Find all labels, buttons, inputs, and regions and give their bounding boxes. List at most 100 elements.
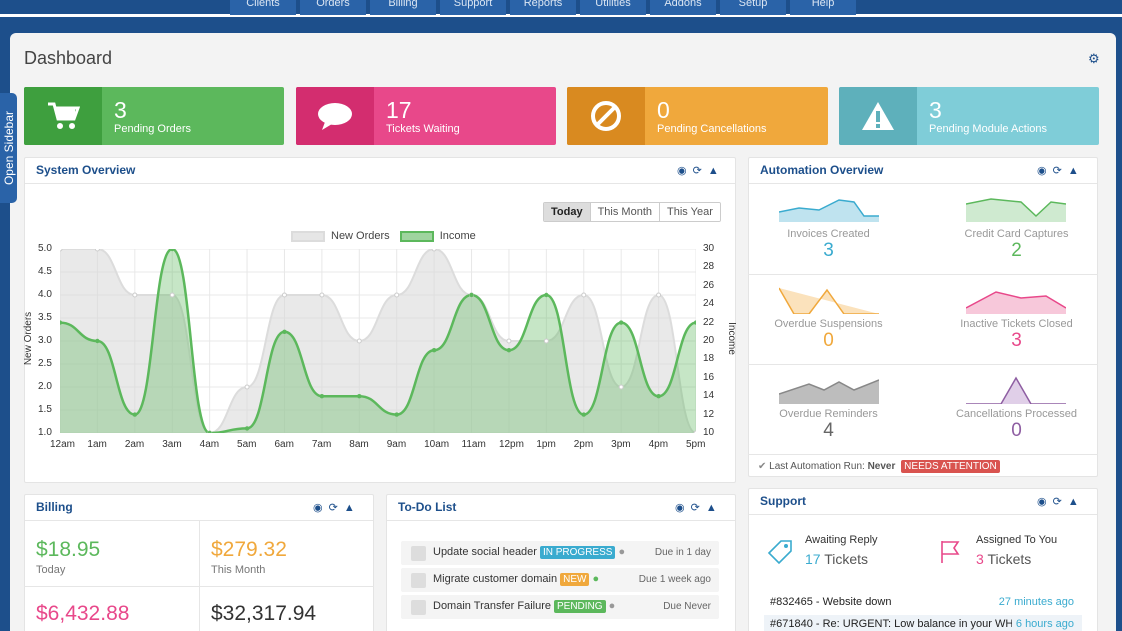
eye-slash-icon[interactable]: ◉ xyxy=(313,502,329,514)
eye-slash-icon[interactable]: ◉ xyxy=(1037,165,1053,177)
stat-label: Tickets Waiting xyxy=(386,123,460,135)
nav-addons[interactable]: Addons xyxy=(650,0,716,15)
warning-icon xyxy=(839,87,917,145)
new-orders-point xyxy=(507,339,511,343)
refresh-icon[interactable]: ⟳ xyxy=(693,165,708,177)
last-run-label: Last Automation Run: xyxy=(769,461,865,472)
y-tick-label: 1.5 xyxy=(38,404,52,415)
x-tick-label: 4pm xyxy=(649,439,668,450)
refresh-icon[interactable]: ⟳ xyxy=(329,502,344,514)
user-icon: ● xyxy=(593,573,600,585)
eye-slash-icon[interactable]: ◉ xyxy=(1037,496,1053,508)
chevron-up-icon[interactable]: ▲ xyxy=(708,165,725,177)
x-tick-label: 10am xyxy=(424,439,449,450)
income-point xyxy=(507,348,511,352)
stat-label: Pending Orders xyxy=(114,123,191,135)
box-tools: ◉⟳▲ xyxy=(313,501,361,514)
automation-value: 3 xyxy=(741,240,916,262)
needs-attention-badge: NEEDS ATTENTION xyxy=(901,460,1000,473)
legend-income: Income xyxy=(440,230,476,242)
system-overview-chart xyxy=(60,249,696,433)
eye-slash-icon[interactable]: ◉ xyxy=(677,165,693,177)
new-orders-point xyxy=(170,293,174,297)
todo-item[interactable]: Domain Transfer FailurePENDING ● Due Nev… xyxy=(401,595,719,619)
y-tick-label: 2.0 xyxy=(38,381,52,392)
tickets-word: Tickets xyxy=(987,551,1031,567)
nav-setup[interactable]: Setup xyxy=(720,0,786,15)
open-sidebar-tab[interactable]: Open Sidebar xyxy=(0,93,17,203)
x-tick-label: 4am xyxy=(200,439,219,450)
awaiting-reply-count[interactable]: 17 Tickets xyxy=(805,551,868,567)
eye-slash-icon[interactable]: ◉ xyxy=(675,502,691,514)
stat-value: 0 xyxy=(657,97,670,124)
ticket-row[interactable]: #832465 - Website down27 minutes ago xyxy=(764,593,1082,613)
automation-value: 0 xyxy=(741,330,916,352)
nav-utilities[interactable]: Utilities xyxy=(580,0,646,15)
y-tick-label: 1.0 xyxy=(38,427,52,438)
stat-label: Pending Cancellations xyxy=(657,123,766,135)
refresh-icon[interactable]: ⟳ xyxy=(1053,165,1068,177)
toggle-today[interactable]: Today xyxy=(544,203,590,221)
refresh-icon[interactable]: ⟳ xyxy=(691,502,706,514)
assigned-count[interactable]: 3 Tickets xyxy=(976,551,1031,567)
stat-pending-cancellations[interactable]: 0 Pending Cancellations xyxy=(567,87,828,145)
income-point xyxy=(544,293,548,297)
x-tick-label: 2am xyxy=(125,439,144,450)
chevron-up-icon[interactable]: ▲ xyxy=(1068,496,1085,508)
stat-tickets-waiting[interactable]: 17 Tickets Waiting xyxy=(296,87,556,145)
awaiting-reply-label[interactable]: Awaiting Reply xyxy=(805,534,878,546)
toggle-this-month[interactable]: This Month xyxy=(590,203,659,221)
divider xyxy=(748,454,1098,455)
sparkline-invoices xyxy=(779,194,879,222)
cart-icon xyxy=(24,87,102,145)
todo-checkbox[interactable] xyxy=(411,546,426,561)
stat-value: 3 xyxy=(114,97,127,124)
chevron-up-icon[interactable]: ▲ xyxy=(706,502,723,514)
ticket-row[interactable]: #671840 - Re: URGENT: Low balance in you… xyxy=(764,615,1082,631)
stat-pending-orders[interactable]: 3 Pending Orders xyxy=(24,87,284,145)
new-orders-point xyxy=(282,293,286,297)
automation-value: 4 xyxy=(741,420,916,442)
automation-reminders: Overdue Reminders4 xyxy=(741,408,916,442)
automation-value: 0 xyxy=(929,420,1104,442)
income-point xyxy=(395,412,399,416)
chevron-up-icon[interactable]: ▲ xyxy=(1068,165,1085,177)
y2-tick-label: 10 xyxy=(703,427,714,438)
y2-tick-label: 20 xyxy=(703,335,714,346)
assigned-to-you-label[interactable]: Assigned To You xyxy=(976,534,1057,546)
gear-icon[interactable]: ⚙ xyxy=(1088,51,1100,67)
todo-due: Due Never xyxy=(663,601,711,612)
nav-support[interactable]: Support xyxy=(440,0,506,15)
stat-pending-module-actions[interactable]: 3 Pending Module Actions xyxy=(839,87,1099,145)
x-tick-label: 3am xyxy=(162,439,181,450)
refresh-icon[interactable]: ⟳ xyxy=(1053,496,1068,508)
y2-tick-label: 12 xyxy=(703,409,714,420)
x-tick-label: 3pm xyxy=(611,439,630,450)
nav-help[interactable]: Help xyxy=(790,0,856,15)
top-nav-bar: Clients Orders Billing Support Reports U… xyxy=(0,0,1122,17)
nav-billing[interactable]: Billing xyxy=(370,0,436,15)
income-point xyxy=(245,426,249,430)
toggle-this-year[interactable]: This Year xyxy=(659,203,720,221)
nav-orders[interactable]: Orders xyxy=(300,0,366,15)
ticket-subject: #832465 - Website down xyxy=(770,596,892,608)
flag-icon xyxy=(940,539,962,565)
nav-clients[interactable]: Clients xyxy=(230,0,296,15)
ticket-time: 6 hours ago xyxy=(1012,618,1074,630)
chevron-up-icon[interactable]: ▲ xyxy=(344,502,361,514)
todo-checkbox[interactable] xyxy=(411,573,426,588)
income-point xyxy=(357,394,361,398)
y2-tick-label: 24 xyxy=(703,298,714,309)
todo-checkbox[interactable] xyxy=(411,600,426,615)
user-icon: ● xyxy=(609,600,616,612)
todo-item[interactable]: Migrate customer domainNEW ● Due 1 week … xyxy=(401,568,719,592)
todo-status-badge: IN PROGRESS xyxy=(540,546,615,559)
y2-tick-label: 16 xyxy=(703,372,714,383)
new-orders-point xyxy=(432,249,436,251)
nav-reports[interactable]: Reports xyxy=(510,0,576,15)
todo-item[interactable]: Update social headerIN PROGRESS ● Due in… xyxy=(401,541,719,565)
automation-inactive-tickets: Inactive Tickets Closed3 xyxy=(929,318,1104,352)
new-orders-point xyxy=(619,385,623,389)
x-tick-label: 12pm xyxy=(499,439,524,450)
x-tick-label: 7am xyxy=(312,439,331,450)
